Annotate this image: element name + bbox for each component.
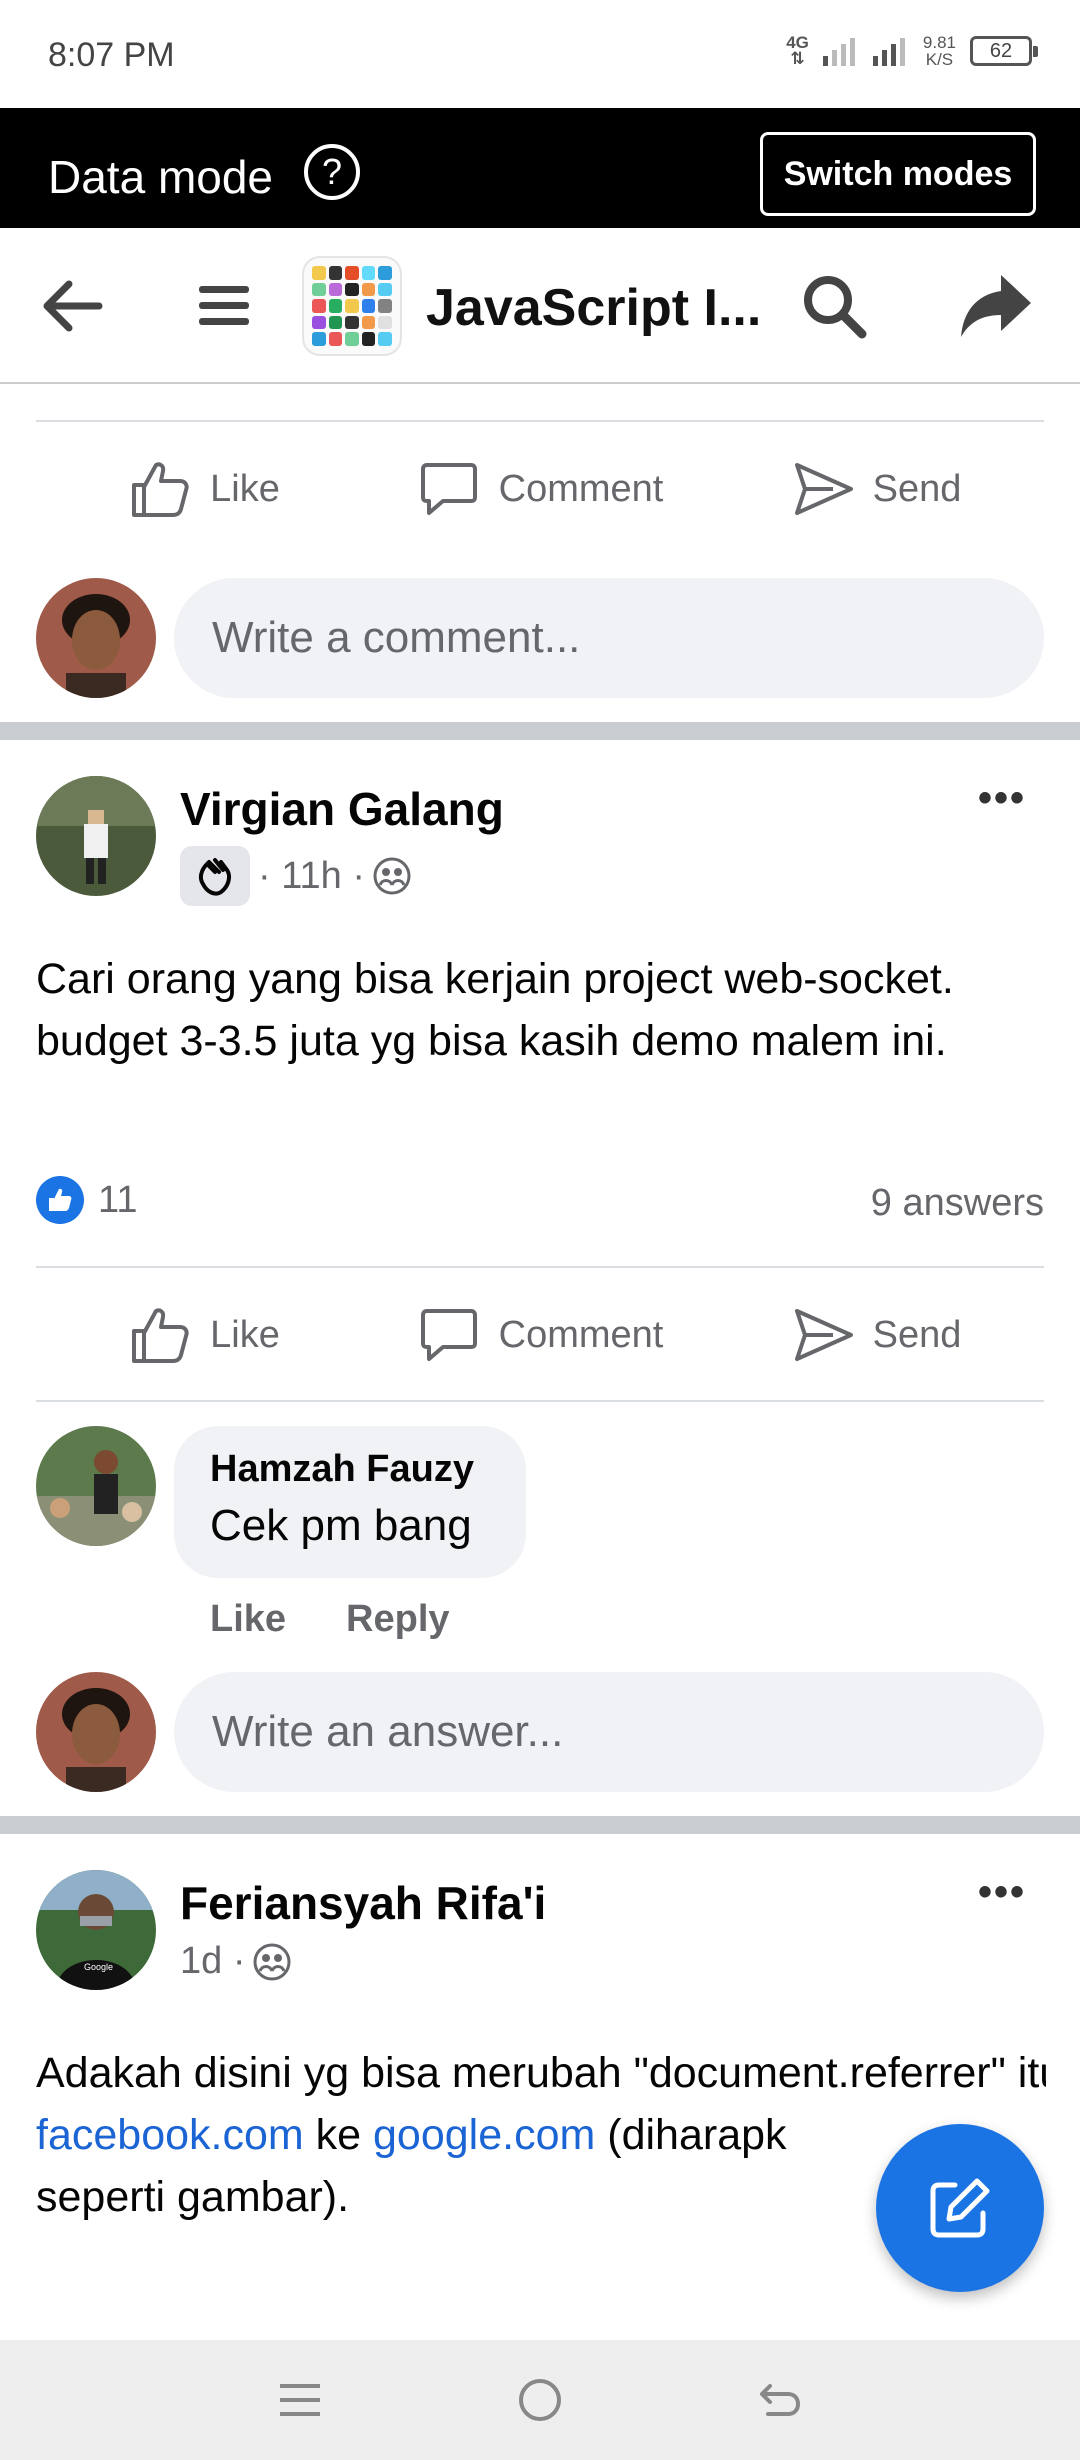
status-bar: 8:07 PM 4G ⇅ 9.81 K/S 62 xyxy=(0,0,1080,108)
post-meta: · 11h · xyxy=(180,846,411,906)
post-separator xyxy=(0,1816,1080,1834)
like-button[interactable]: Like xyxy=(36,434,372,544)
post-text: Cari orang yang bisa kerjain project web… xyxy=(36,955,954,1065)
post-actions: Like Comment Send xyxy=(36,434,1044,544)
home-icon[interactable] xyxy=(500,2360,580,2440)
post-meta: 1d · xyxy=(180,1940,291,1983)
avatar[interactable] xyxy=(36,1426,156,1546)
status-icons: 4G ⇅ 9.81 K/S 62 xyxy=(786,33,1038,68)
avatar[interactable] xyxy=(36,776,156,896)
post-author[interactable]: Virgian Galang xyxy=(180,782,504,836)
signal-icon xyxy=(822,38,855,66)
compose-button[interactable] xyxy=(876,2124,1044,2292)
reply-text: Cek pm bang xyxy=(210,1501,472,1550)
back-arrow-icon[interactable] xyxy=(34,268,110,344)
send-label: Send xyxy=(872,467,962,510)
group-icon xyxy=(253,1943,291,1980)
post-author[interactable]: Feriansyah Rifa'i xyxy=(180,1876,546,1930)
divider xyxy=(36,1400,1044,1402)
answer-input[interactable] xyxy=(174,1672,1044,1792)
reply-author[interactable]: Hamzah Fauzy xyxy=(210,1448,526,1491)
status-time: 8:07 PM xyxy=(48,36,175,74)
like-button[interactable]: Like xyxy=(36,1280,372,1390)
data-mode-label: Data mode xyxy=(48,151,274,203)
group-title[interactable]: JavaScript I... xyxy=(426,278,761,338)
comment-icon xyxy=(420,463,477,515)
reactions-row[interactable]: 11 xyxy=(36,1176,137,1224)
send-button[interactable]: Send xyxy=(708,434,1044,544)
question-icon[interactable]: ? xyxy=(304,144,360,200)
recent-apps-icon[interactable] xyxy=(260,2360,340,2440)
comment-icon xyxy=(420,1309,477,1361)
avatar[interactable] xyxy=(36,578,156,698)
send-button[interactable]: Send xyxy=(708,1280,1044,1390)
like-label: Like xyxy=(210,1313,280,1356)
switch-modes-button[interactable]: Switch modes xyxy=(760,132,1036,216)
like-count: 11 xyxy=(98,1178,138,1221)
send-label: Send xyxy=(872,1313,962,1356)
comment-button[interactable]: Comment xyxy=(372,434,708,544)
like-label: Like xyxy=(210,467,280,510)
edit-icon xyxy=(930,2178,990,2238)
speed-value: 9.81 xyxy=(922,33,956,52)
more-options-icon[interactable]: ••• xyxy=(978,776,1026,821)
reply-bubble[interactable]: Hamzah Fauzy Cek pm bang xyxy=(174,1426,526,1578)
google-link[interactable]: google.com xyxy=(373,2111,595,2159)
search-icon[interactable] xyxy=(796,268,872,344)
comment-label: Comment xyxy=(498,467,664,510)
system-nav-bar xyxy=(0,2340,1080,2460)
send-icon xyxy=(794,1309,853,1361)
network-indicator: 4G ⇅ xyxy=(786,33,809,68)
comment-button[interactable]: Comment xyxy=(372,1280,708,1390)
menu-icon[interactable] xyxy=(186,268,262,344)
send-icon xyxy=(794,463,853,515)
post-time[interactable]: · 11h · xyxy=(258,855,365,898)
like-reaction-icon xyxy=(36,1176,84,1224)
signal-icon xyxy=(872,38,905,66)
data-mode-bar: Data mode ? Switch modes xyxy=(0,108,1080,228)
thumbs-up-icon xyxy=(132,1308,189,1363)
reply-button[interactable]: Reply xyxy=(346,1598,449,1641)
wave-icon xyxy=(180,846,250,906)
avatar[interactable] xyxy=(36,1672,156,1792)
divider xyxy=(36,1266,1044,1268)
answers-count[interactable]: 9 answers xyxy=(871,1182,1044,1225)
group-icon xyxy=(373,857,411,895)
battery-icon: 62 xyxy=(970,36,1038,66)
share-icon[interactable] xyxy=(958,268,1034,344)
avatar[interactable]: Google xyxy=(36,1870,156,1990)
group-header: JavaScript I... xyxy=(0,228,1080,384)
post-text-line: Adakah disini yg bisa merubah "document.… xyxy=(36,2049,1046,2097)
comment-input[interactable] xyxy=(174,578,1044,698)
svg-text:Google: Google xyxy=(84,1962,113,1972)
speed-unit: K/S xyxy=(925,50,954,69)
comment-label: Comment xyxy=(498,1313,664,1356)
more-options-icon[interactable]: ••• xyxy=(978,1870,1026,1915)
post-actions: Like Comment Send xyxy=(36,1280,1044,1390)
reply-actions: Like Reply xyxy=(210,1598,450,1641)
group-avatar[interactable] xyxy=(302,256,402,356)
network-speed: 9.81 K/S xyxy=(923,34,956,68)
facebook-link[interactable]: facebook.com xyxy=(36,2111,304,2159)
divider xyxy=(36,420,1044,422)
reply-like-button[interactable]: Like xyxy=(210,1598,286,1641)
back-icon[interactable] xyxy=(740,2360,820,2440)
post-time[interactable]: 1d · xyxy=(180,1940,245,1983)
thumbs-up-icon xyxy=(132,462,189,517)
post-separator xyxy=(0,722,1080,740)
